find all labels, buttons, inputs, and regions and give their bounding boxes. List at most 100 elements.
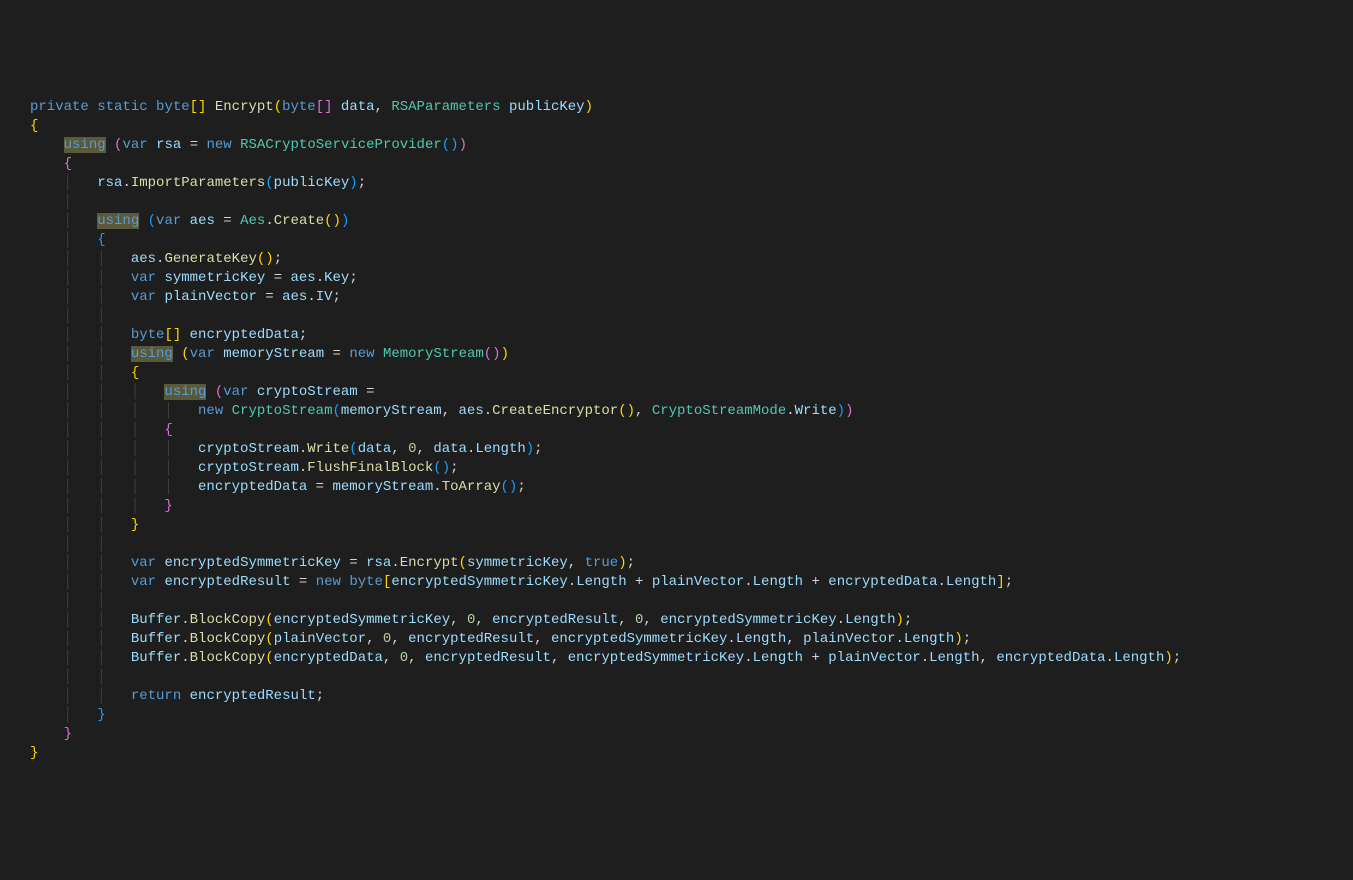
prop-Key: Key bbox=[324, 270, 349, 286]
method-GenerateKey: GenerateKey bbox=[164, 251, 256, 267]
var-aes: aes bbox=[291, 270, 316, 286]
keyword-var: var bbox=[122, 137, 147, 153]
type-Buffer: Buffer bbox=[131, 612, 181, 628]
paren: ) bbox=[341, 213, 349, 229]
enum-Write: Write bbox=[795, 403, 837, 419]
paren: ) bbox=[1164, 650, 1172, 666]
param-data: data bbox=[341, 99, 375, 115]
method-CreateEncryptor: CreateEncryptor bbox=[492, 403, 618, 419]
keyword-var: var bbox=[223, 384, 248, 400]
paren: () bbox=[442, 137, 459, 153]
type-Buffer: Buffer bbox=[131, 631, 181, 647]
method-ToArray: ToArray bbox=[442, 479, 501, 495]
brace: } bbox=[97, 707, 105, 723]
keyword-using: using bbox=[64, 137, 106, 153]
var-symmetricKey: symmetricKey bbox=[164, 270, 265, 286]
paren: ) bbox=[585, 99, 593, 115]
keyword-var: var bbox=[131, 289, 156, 305]
var-plainVector: plainVector bbox=[803, 631, 895, 647]
brace: { bbox=[131, 365, 139, 381]
var-aes: aes bbox=[282, 289, 307, 305]
type-Buffer: Buffer bbox=[131, 650, 181, 666]
keyword-byte: byte bbox=[131, 327, 165, 343]
method-Encrypt: Encrypt bbox=[400, 555, 459, 571]
var-rsa: rsa bbox=[156, 137, 181, 153]
var-cryptoStream: cryptoStream bbox=[198, 460, 299, 476]
brace: { bbox=[97, 232, 105, 248]
paren: ) bbox=[526, 441, 534, 457]
var-plainVector: plainVector bbox=[164, 289, 256, 305]
prop-Length: Length bbox=[576, 574, 626, 590]
type-CryptoStream: CryptoStream bbox=[232, 403, 333, 419]
paren: ( bbox=[459, 555, 467, 571]
method-BlockCopy: BlockCopy bbox=[190, 650, 266, 666]
var-publicKey: publicKey bbox=[274, 175, 350, 191]
paren: ) bbox=[349, 175, 357, 191]
paren: ( bbox=[274, 99, 282, 115]
var-rsa: rsa bbox=[366, 555, 391, 571]
var-aes: aes bbox=[190, 213, 215, 229]
brace: } bbox=[131, 517, 139, 533]
var-encryptedResult: encryptedResult bbox=[190, 688, 316, 704]
code-editor[interactable]: private static byte[] Encrypt(byte[] dat… bbox=[30, 98, 1323, 763]
keyword-new: new bbox=[207, 137, 232, 153]
var-plainVector: plainVector bbox=[652, 574, 744, 590]
method-Create: Create bbox=[274, 213, 324, 229]
prop-Length: Length bbox=[753, 574, 803, 590]
prop-Length: Length bbox=[753, 650, 803, 666]
var-cryptoStream: cryptoStream bbox=[257, 384, 358, 400]
paren: ( bbox=[181, 346, 189, 362]
var-symmetricKey: symmetricKey bbox=[467, 555, 568, 571]
paren: () bbox=[433, 460, 450, 476]
var-aes: aes bbox=[459, 403, 484, 419]
paren: ) bbox=[954, 631, 962, 647]
var-cryptoStream: cryptoStream bbox=[198, 441, 299, 457]
keyword-new: new bbox=[316, 574, 341, 590]
paren: ( bbox=[265, 650, 273, 666]
var-plainVector: plainVector bbox=[274, 631, 366, 647]
keyword-static: static bbox=[97, 99, 147, 115]
type-RSACryptoServiceProvider: RSACryptoServiceProvider bbox=[240, 137, 442, 153]
prop-Length: Length bbox=[904, 631, 954, 647]
keyword-using: using bbox=[131, 346, 173, 362]
var-encryptedData: encryptedData bbox=[828, 574, 937, 590]
keyword-using: using bbox=[97, 213, 139, 229]
paren: ) bbox=[501, 346, 509, 362]
var-encryptedResult: encryptedResult bbox=[408, 631, 534, 647]
paren: () bbox=[501, 479, 518, 495]
var-encryptedData: encryptedData bbox=[190, 327, 299, 343]
paren: () bbox=[257, 251, 274, 267]
method-ImportParameters: ImportParameters bbox=[131, 175, 265, 191]
var-memoryStream: memoryStream bbox=[223, 346, 324, 362]
brace: } bbox=[30, 745, 38, 761]
var-data: data bbox=[433, 441, 467, 457]
number: 0 bbox=[400, 650, 408, 666]
type-MemoryStream: MemoryStream bbox=[383, 346, 484, 362]
brace: { bbox=[30, 118, 38, 134]
var-encryptedResult: encryptedResult bbox=[492, 612, 618, 628]
var-rsa: rsa bbox=[97, 175, 122, 191]
paren: () bbox=[618, 403, 635, 419]
type-CryptoStreamMode: CryptoStreamMode bbox=[652, 403, 786, 419]
paren: ( bbox=[332, 403, 340, 419]
var-encryptedSymmetricKey: encryptedSymmetricKey bbox=[274, 612, 450, 628]
keyword-var: var bbox=[131, 574, 156, 590]
paren: ) bbox=[845, 403, 853, 419]
var-encryptedData: encryptedData bbox=[274, 650, 383, 666]
var-encryptedData: encryptedData bbox=[996, 650, 1105, 666]
paren: ( bbox=[265, 612, 273, 628]
var-encryptedSymmetricKey: encryptedSymmetricKey bbox=[568, 650, 744, 666]
method-Write: Write bbox=[307, 441, 349, 457]
number: 0 bbox=[408, 441, 416, 457]
paren: ( bbox=[148, 213, 156, 229]
param-publicKey: publicKey bbox=[509, 99, 585, 115]
keyword-var: var bbox=[131, 555, 156, 571]
paren: ( bbox=[265, 631, 273, 647]
prop-Length: Length bbox=[736, 631, 786, 647]
method-BlockCopy: BlockCopy bbox=[190, 631, 266, 647]
paren: ) bbox=[837, 403, 845, 419]
var-encryptedSymmetricKey: encryptedSymmetricKey bbox=[164, 555, 340, 571]
keyword-byte: byte bbox=[282, 99, 316, 115]
type-Aes: Aes bbox=[240, 213, 265, 229]
type-RSAParameters: RSAParameters bbox=[391, 99, 500, 115]
